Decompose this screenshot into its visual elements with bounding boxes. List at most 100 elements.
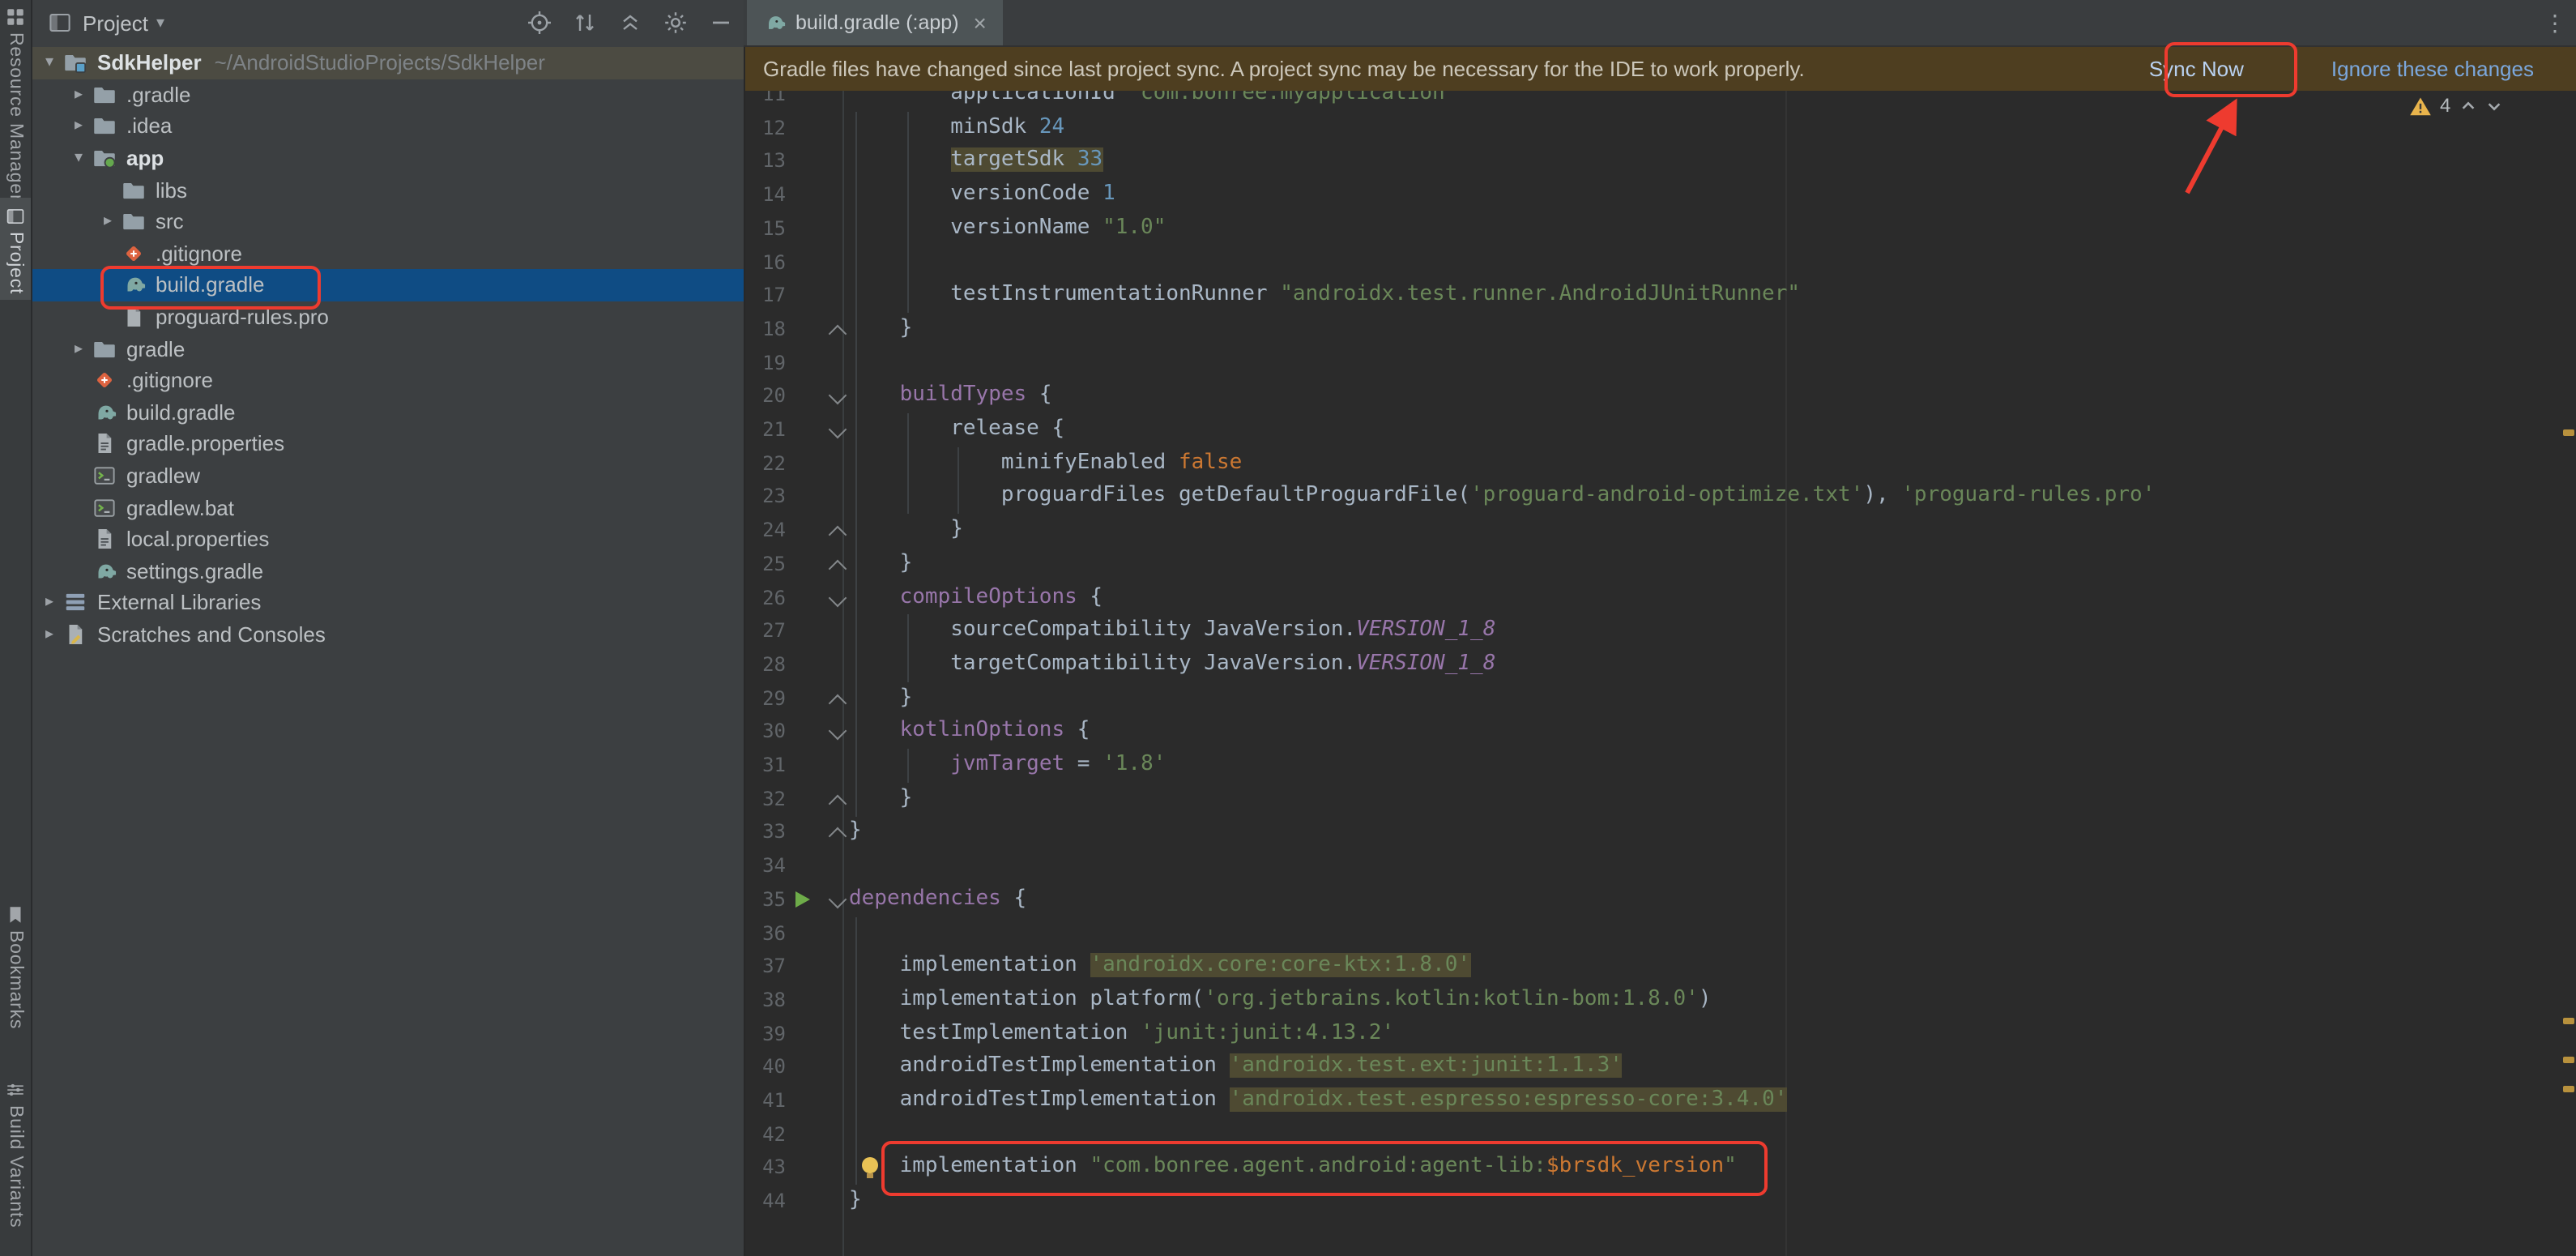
code-line-31[interactable]: 31 jvmTarget = '1.8' [744, 749, 2576, 782]
code-line-22[interactable]: 22 minifyEnabled false [744, 446, 2576, 480]
chevron-right-icon[interactable]: ▸ [37, 594, 62, 612]
tree-item-.gradle[interactable]: ▸ .gradle [31, 79, 744, 110]
collapse-all-icon[interactable] [617, 10, 643, 36]
tree-item-.idea[interactable]: ▸.idea [31, 110, 744, 142]
folder-app-icon [91, 145, 118, 171]
code-line-15[interactable]: 15 versionName "1.0" [744, 212, 2576, 246]
expand-all-icon[interactable] [572, 10, 598, 36]
chevron-right-icon[interactable]: ▸ [66, 340, 91, 357]
tree-item-gradlew.bat[interactable]: gradlew.bat [31, 492, 744, 523]
code-line-30[interactable]: 30 kotlinOptions { [744, 716, 2576, 749]
fold-up-icon[interactable] [829, 324, 847, 343]
fold-up-icon[interactable] [829, 559, 847, 578]
ignore-changes-button[interactable]: Ignore these changes [2331, 56, 2534, 80]
code-line-24[interactable]: 24 } [744, 514, 2576, 547]
fold-down-icon[interactable] [829, 722, 847, 741]
tree-item-gradle.properties[interactable]: gradle.properties [31, 428, 744, 459]
hide-panel-icon[interactable] [708, 10, 734, 36]
line-number: 20 [744, 380, 786, 413]
tree-item-gradle[interactable]: ▸gradle [31, 333, 744, 365]
tree-item-build.gradle[interactable]: build.gradle [31, 269, 744, 301]
code-line-28[interactable]: 28 targetCompatibility JavaVersion.VERSI… [744, 648, 2576, 681]
fold-down-icon[interactable] [829, 421, 847, 439]
sync-now-button[interactable]: Sync Now [2149, 56, 2244, 80]
tree-item-gradlew[interactable]: gradlew [31, 459, 744, 491]
code-line-33[interactable]: 33} [744, 816, 2576, 849]
tree-item-app[interactable]: ▾app [31, 143, 744, 174]
fold-down-icon[interactable] [829, 588, 847, 607]
warning-stripe-mark[interactable] [2563, 1018, 2574, 1024]
tree-item-proguard-rules.pro[interactable]: proguard-rules.pro [31, 301, 744, 333]
code-line-20[interactable]: 20 buildTypes { [744, 380, 2576, 413]
chevron-right-icon[interactable]: ▸ [66, 86, 91, 104]
code-line-36[interactable]: 36 [744, 916, 2576, 950]
code-line-38[interactable]: 38 implementation platform('org.jetbrain… [744, 984, 2576, 1017]
fold-up-icon[interactable] [829, 694, 847, 712]
code-line-23[interactable]: 23 proguardFiles getDefaultProguardFile(… [744, 481, 2576, 514]
tree-item-src[interactable]: ▸src [31, 206, 744, 237]
code-line-14[interactable]: 14 versionCode 1 [744, 178, 2576, 211]
chevron-down-icon[interactable]: ▾ [37, 54, 62, 72]
code-line-29[interactable]: 29 } [744, 681, 2576, 715]
tree-item-local.properties[interactable]: local.properties [31, 523, 744, 555]
tree-item-build.gradle[interactable]: build.gradle [31, 396, 744, 428]
code-line-34[interactable]: 34 [744, 849, 2576, 882]
next-warning-icon[interactable] [2484, 96, 2502, 114]
code-line-19[interactable]: 19 [744, 346, 2576, 379]
code-line-35[interactable]: 35dependencies { [744, 883, 2576, 916]
code-line-39[interactable]: 39 testImplementation 'junit:junit:4.13.… [744, 1017, 2576, 1050]
tree-item-external-libraries[interactable]: ▸External Libraries [31, 587, 744, 618]
fold-up-icon[interactable] [829, 794, 847, 813]
code-line-18[interactable]: 18 } [744, 313, 2576, 346]
code-line-16[interactable]: 16 [744, 246, 2576, 279]
tree-item-settings.gradle[interactable]: settings.gradle [31, 555, 744, 587]
fold-up-icon[interactable] [829, 827, 847, 846]
warning-stripe-mark[interactable] [2563, 1057, 2574, 1063]
code-line-37[interactable]: 37 implementation 'androidx.core:core-kt… [744, 950, 2576, 983]
stripe-tab-bookmarks[interactable]: Bookmarks [0, 901, 31, 1029]
chevron-right-icon[interactable]: ▸ [66, 117, 91, 135]
warning-stripe-mark[interactable] [2563, 429, 2574, 436]
line-number: 25 [744, 548, 786, 581]
stripe-tab-project[interactable]: Project [0, 198, 31, 299]
fold-down-icon[interactable] [829, 890, 847, 908]
tree-item-scratches-and-consoles[interactable]: ▸Scratches and Consoles [31, 618, 744, 650]
tab-build-gradle[interactable]: build.gradle (:app) × [747, 0, 1003, 45]
more-options-icon[interactable]: ⋮ [2544, 9, 2566, 36]
code-line-41[interactable]: 41 androidTestImplementation 'androidx.t… [744, 1084, 2576, 1117]
code-line-32[interactable]: 32 } [744, 782, 2576, 815]
code-line-13[interactable]: 13 targetSdk 33 [744, 145, 2576, 178]
fold-up-icon[interactable] [829, 526, 847, 545]
tree-item-libs[interactable]: libs [31, 174, 744, 206]
project-panel-title[interactable]: Project [83, 11, 148, 35]
tree-item-sdkhelper[interactable]: ▾SdkHelper~/AndroidStudioProjects/SdkHel… [31, 47, 744, 79]
code-line-17[interactable]: 17 testInstrumentationRunner "androidx.t… [744, 279, 2576, 312]
code-line-44[interactable]: 44} [744, 1185, 2576, 1218]
gear-icon[interactable] [663, 10, 689, 36]
chevron-down-icon[interactable]: ▾ [156, 14, 164, 32]
tree-item-.gitignore[interactable]: .gitignore [31, 365, 744, 396]
warning-stripe-mark[interactable] [2563, 1086, 2574, 1092]
chevron-down-icon[interactable]: ▾ [66, 149, 91, 167]
chevron-right-icon[interactable]: ▸ [37, 626, 62, 643]
code-line-40[interactable]: 40 androidTestImplementation 'androidx.t… [744, 1051, 2576, 1084]
run-gutter-icon[interactable] [795, 891, 810, 908]
fold-down-icon[interactable] [829, 387, 847, 405]
error-stripe[interactable] [2560, 45, 2576, 1256]
chevron-right-icon[interactable]: ▸ [96, 213, 120, 231]
code-line-25[interactable]: 25 } [744, 548, 2576, 581]
locate-file-icon[interactable] [527, 10, 552, 36]
code-line-26[interactable]: 26 compileOptions { [744, 581, 2576, 614]
close-icon[interactable]: × [974, 11, 987, 34]
code-line-42[interactable]: 42 [744, 1117, 2576, 1151]
tree-item-label: .gradle [126, 83, 191, 107]
stripe-tab-build-variants[interactable]: Build Variants [0, 1076, 31, 1228]
code-line-21[interactable]: 21 release { [744, 413, 2576, 446]
code-line-43[interactable]: 43 implementation "com.bonree.agent.andr… [744, 1151, 2576, 1185]
previous-warning-icon[interactable] [2459, 96, 2476, 114]
code-line-27[interactable]: 27 sourceCompatibility JavaVersion.VERSI… [744, 614, 2576, 647]
code-line-12[interactable]: 12 minSdk 24 [744, 111, 2576, 144]
tree-item-.gitignore[interactable]: .gitignore [31, 237, 744, 269]
stripe-tab-resource-manager[interactable]: Resource Manager [0, 3, 31, 201]
sync-notification-banner: Gradle files have changed since last pro… [744, 45, 2576, 91]
